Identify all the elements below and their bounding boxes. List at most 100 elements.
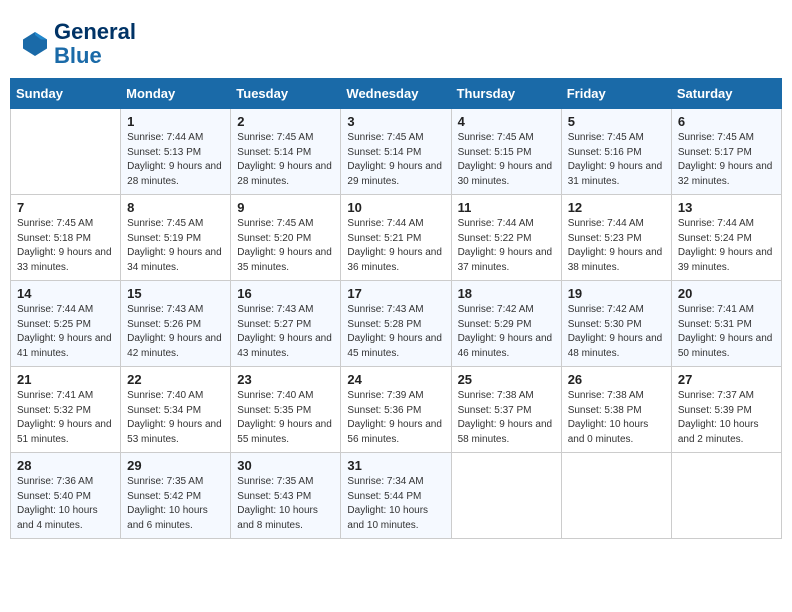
calendar-cell: 20Sunrise: 7:41 AMSunset: 5:31 PMDayligh… <box>671 281 781 367</box>
calendar-cell: 30Sunrise: 7:35 AMSunset: 5:43 PMDayligh… <box>231 453 341 539</box>
day-info: Sunrise: 7:40 AMSunset: 5:35 PMDaylight:… <box>237 389 334 447</box>
day-number: 4 <box>458 114 555 129</box>
calendar-cell: 28 Sunrise: 7:36 AMSunset: 5:40 PMDayligh… <box>11 453 121 539</box>
calendar-week-row: 14 Sunrise: 7:44 AMSunset: 5:25 PMDayligh… <box>11 281 782 367</box>
weekday-header-saturday: Saturday <box>671 79 781 109</box>
calendar-cell: 6 Sunrise: 7:45 AMSunset: 5:17 PMDaylight… <box>671 109 781 195</box>
day-number: 24 <box>347 372 444 387</box>
day-info: Sunrise: 7:45 AMSunset: 5:19 PMDaylight:… <box>127 217 224 275</box>
day-info: Sunrise: 7:40 AMSunset: 5:34 PMDaylight:… <box>127 389 224 447</box>
day-info: Sunrise: 7:36 AMSunset: 5:40 PMDaylight:… <box>17 475 114 533</box>
day-info: Sunrise: 7:43 AMSunset: 5:28 PMDaylight:… <box>347 303 444 361</box>
calendar-week-row: 28 Sunrise: 7:36 AMSunset: 5:40 PMDayligh… <box>11 453 782 539</box>
calendar-cell: 8 Sunrise: 7:45 AMSunset: 5:19 PMDaylight… <box>121 195 231 281</box>
calendar-week-row: 7 Sunrise: 7:45 AMSunset: 5:18 PMDaylight… <box>11 195 782 281</box>
calendar-cell: 12 Sunrise: 7:44 AMSunset: 5:23 PMDayligh… <box>561 195 671 281</box>
calendar-cell: 21 Sunrise: 7:41 AMSunset: 5:32 PMDayligh… <box>11 367 121 453</box>
calendar-cell: 18 Sunrise: 7:42 AMSunset: 5:29 PMDayligh… <box>451 281 561 367</box>
day-number: 3 <box>347 114 444 129</box>
day-number: 21 <box>17 372 114 387</box>
calendar-cell: 10 Sunrise: 7:44 AMSunset: 5:21 PMDayligh… <box>341 195 451 281</box>
day-number: 5 <box>568 114 665 129</box>
calendar-cell: 14 Sunrise: 7:44 AMSunset: 5:25 PMDayligh… <box>11 281 121 367</box>
calendar-cell: 4 Sunrise: 7:45 AMSunset: 5:15 PMDaylight… <box>451 109 561 195</box>
day-info: Sunrise: 7:34 AMSunset: 5:44 PMDaylight:… <box>347 475 444 533</box>
day-info: Sunrise: 7:42 AMSunset: 5:29 PMDaylight:… <box>458 303 555 361</box>
day-number: 28 <box>17 458 114 473</box>
day-number: 8 <box>127 200 224 215</box>
calendar-cell: 23 Sunrise: 7:40 AMSunset: 5:35 PMDayligh… <box>231 367 341 453</box>
day-info: Sunrise: 7:45 AMSunset: 5:14 PMDaylight:… <box>347 131 444 189</box>
day-number: 25 <box>458 372 555 387</box>
day-number: 31 <box>347 458 444 473</box>
calendar-cell: 16Sunrise: 7:43 AMSunset: 5:27 PMDayligh… <box>231 281 341 367</box>
calendar-cell: 29Sunrise: 7:35 AMSunset: 5:42 PMDayligh… <box>121 453 231 539</box>
calendar-cell: 24 Sunrise: 7:39 AMSunset: 5:36 PMDayligh… <box>341 367 451 453</box>
day-info: Sunrise: 7:44 AMSunset: 5:22 PMDaylight:… <box>458 217 555 275</box>
calendar-cell: 7 Sunrise: 7:45 AMSunset: 5:18 PMDaylight… <box>11 195 121 281</box>
calendar-cell: 27Sunrise: 7:37 AMSunset: 5:39 PMDayligh… <box>671 367 781 453</box>
day-number: 1 <box>127 114 224 129</box>
calendar-cell: 22 Sunrise: 7:40 AMSunset: 5:34 PMDayligh… <box>121 367 231 453</box>
day-info: Sunrise: 7:44 AMSunset: 5:25 PMDaylight:… <box>17 303 114 361</box>
day-number: 15 <box>127 286 224 301</box>
weekday-header-thursday: Thursday <box>451 79 561 109</box>
day-number: 14 <box>17 286 114 301</box>
day-info: Sunrise: 7:45 AMSunset: 5:18 PMDaylight:… <box>17 217 114 275</box>
day-number: 23 <box>237 372 334 387</box>
calendar-cell: 13Sunrise: 7:44 AMSunset: 5:24 PMDayligh… <box>671 195 781 281</box>
calendar-week-row: 1 Sunrise: 7:44 AMSunset: 5:13 PMDaylight… <box>11 109 782 195</box>
logo: General Blue <box>20 20 136 68</box>
day-info: Sunrise: 7:37 AMSunset: 5:39 PMDaylight:… <box>678 389 775 447</box>
logo-icon <box>20 29 50 59</box>
calendar-cell <box>561 453 671 539</box>
day-info: Sunrise: 7:43 AMSunset: 5:26 PMDaylight:… <box>127 303 224 361</box>
calendar-cell: 17 Sunrise: 7:43 AMSunset: 5:28 PMDayligh… <box>341 281 451 367</box>
weekday-header-sunday: Sunday <box>11 79 121 109</box>
day-info: Sunrise: 7:45 AMSunset: 5:20 PMDaylight:… <box>237 217 334 275</box>
day-info: Sunrise: 7:41 AMSunset: 5:31 PMDaylight:… <box>678 303 775 361</box>
day-info: Sunrise: 7:39 AMSunset: 5:36 PMDaylight:… <box>347 389 444 447</box>
day-number: 7 <box>17 200 114 215</box>
calendar-cell: 3 Sunrise: 7:45 AMSunset: 5:14 PMDaylight… <box>341 109 451 195</box>
calendar-week-row: 21 Sunrise: 7:41 AMSunset: 5:32 PMDayligh… <box>11 367 782 453</box>
day-number: 10 <box>347 200 444 215</box>
calendar-cell: 2 Sunrise: 7:45 AMSunset: 5:14 PMDaylight… <box>231 109 341 195</box>
day-info: Sunrise: 7:41 AMSunset: 5:32 PMDaylight:… <box>17 389 114 447</box>
day-info: Sunrise: 7:42 AMSunset: 5:30 PMDaylight:… <box>568 303 665 361</box>
day-info: Sunrise: 7:44 AMSunset: 5:13 PMDaylight:… <box>127 131 224 189</box>
calendar-cell: 9 Sunrise: 7:45 AMSunset: 5:20 PMDaylight… <box>231 195 341 281</box>
calendar-cell: 1 Sunrise: 7:44 AMSunset: 5:13 PMDaylight… <box>121 109 231 195</box>
day-number: 11 <box>458 200 555 215</box>
day-number: 17 <box>347 286 444 301</box>
day-number: 26 <box>568 372 665 387</box>
weekday-header-tuesday: Tuesday <box>231 79 341 109</box>
weekday-header-monday: Monday <box>121 79 231 109</box>
day-number: 2 <box>237 114 334 129</box>
day-number: 9 <box>237 200 334 215</box>
day-info: Sunrise: 7:44 AMSunset: 5:24 PMDaylight:… <box>678 217 775 275</box>
day-number: 6 <box>678 114 775 129</box>
day-number: 19 <box>568 286 665 301</box>
day-info: Sunrise: 7:43 AMSunset: 5:27 PMDaylight:… <box>237 303 334 361</box>
day-info: Sunrise: 7:44 AMSunset: 5:21 PMDaylight:… <box>347 217 444 275</box>
calendar-cell: 31 Sunrise: 7:34 AMSunset: 5:44 PMDayligh… <box>341 453 451 539</box>
page-header: General Blue <box>10 10 782 73</box>
day-info: Sunrise: 7:38 AMSunset: 5:38 PMDaylight:… <box>568 389 665 447</box>
day-info: Sunrise: 7:45 AMSunset: 5:15 PMDaylight:… <box>458 131 555 189</box>
calendar-cell: 26 Sunrise: 7:38 AMSunset: 5:38 PMDayligh… <box>561 367 671 453</box>
weekday-header-wednesday: Wednesday <box>341 79 451 109</box>
day-number: 12 <box>568 200 665 215</box>
calendar-table: SundayMondayTuesdayWednesdayThursdayFrid… <box>10 78 782 539</box>
weekday-header-row: SundayMondayTuesdayWednesdayThursdayFrid… <box>11 79 782 109</box>
day-info: Sunrise: 7:45 AMSunset: 5:16 PMDaylight:… <box>568 131 665 189</box>
day-info: Sunrise: 7:45 AMSunset: 5:14 PMDaylight:… <box>237 131 334 189</box>
calendar-cell: 25Sunrise: 7:38 AMSunset: 5:37 PMDayligh… <box>451 367 561 453</box>
day-info: Sunrise: 7:45 AMSunset: 5:17 PMDaylight:… <box>678 131 775 189</box>
day-number: 18 <box>458 286 555 301</box>
calendar-cell: 15 Sunrise: 7:43 AMSunset: 5:26 PMDayligh… <box>121 281 231 367</box>
day-info: Sunrise: 7:44 AMSunset: 5:23 PMDaylight:… <box>568 217 665 275</box>
day-number: 22 <box>127 372 224 387</box>
calendar-cell <box>11 109 121 195</box>
day-number: 30 <box>237 458 334 473</box>
